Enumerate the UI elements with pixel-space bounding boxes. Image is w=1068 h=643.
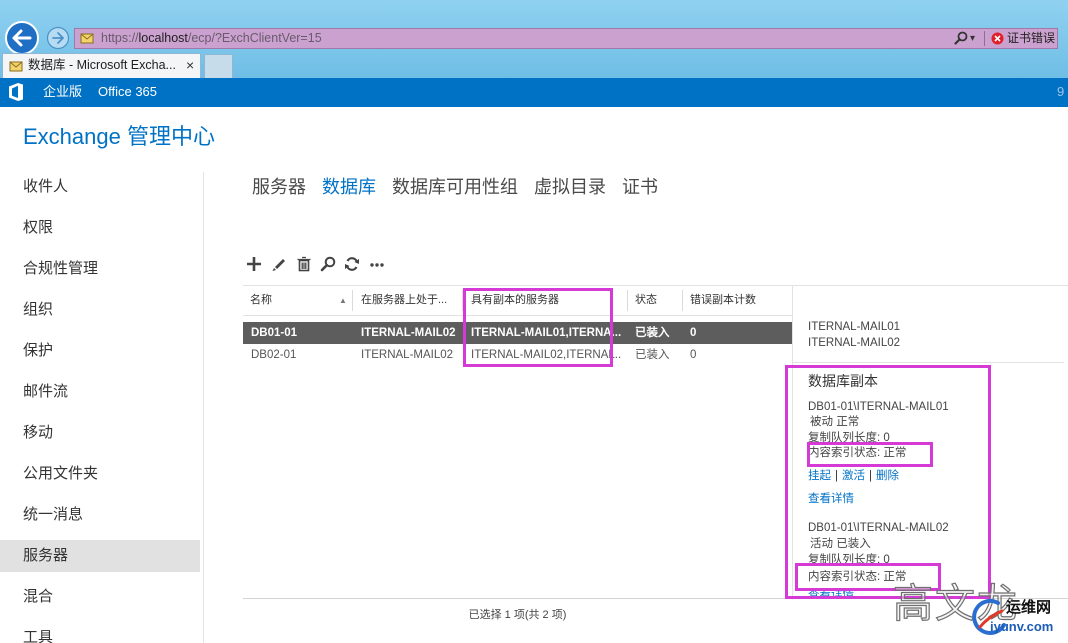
nav-item-tools[interactable]: 工具: [0, 622, 200, 643]
cell-bad-copy-count: 0: [690, 349, 697, 361]
details-separator: [793, 362, 1064, 363]
nav-item-servers[interactable]: 服务器: [0, 540, 200, 572]
column-header-bad-copy-count[interactable]: 错误副本计数: [690, 286, 756, 315]
suite-bar: 企业版 Office 365 9: [0, 78, 1068, 107]
copy-actions: 挂起 | 激活 | 删除: [808, 468, 899, 484]
selection-status: 已选择 1 项(共 2 项): [468, 609, 567, 621]
more-icon[interactable]: [369, 256, 385, 272]
column-header-name[interactable]: 名称: [250, 286, 272, 315]
search-dropdown[interactable]: ▾: [970, 29, 975, 48]
details-server: ITERNAL-MAIL02: [808, 337, 901, 349]
new-tab-button[interactable]: [204, 54, 233, 78]
cert-error-label[interactable]: 证书错误: [1007, 29, 1055, 48]
nav-item-hybrid[interactable]: 混合: [0, 581, 200, 613]
edit-icon[interactable]: [271, 256, 287, 272]
column-divider: [462, 290, 463, 311]
cell-status: 已装入: [635, 327, 670, 339]
tab-dag[interactable]: 数据库可用性组: [392, 175, 518, 199]
watermark-site-name: 运维网: [1006, 599, 1052, 616]
nav-item-permissions[interactable]: 权限: [0, 212, 200, 244]
sort-ascending-icon[interactable]: ▲: [339, 286, 347, 315]
tab-close-icon[interactable]: ×: [186, 54, 194, 76]
back-button[interactable]: [4, 20, 40, 56]
action-separator: |: [869, 470, 872, 482]
suite-right-partial[interactable]: 9: [1057, 78, 1064, 106]
page-favicon-icon: [80, 31, 94, 45]
details-server: ITERNAL-MAIL01: [808, 321, 901, 333]
office-logo-icon[interactable]: [9, 83, 23, 101]
add-icon[interactable]: [246, 256, 262, 272]
cell-active-server: ITERNAL-MAIL02: [361, 327, 456, 339]
cell-name: DB02-01: [251, 349, 297, 361]
nav-item-protection[interactable]: 保护: [0, 335, 200, 367]
cert-error-icon[interactable]: [991, 32, 1004, 45]
nav-item-mobile[interactable]: 移动: [0, 417, 200, 449]
back-arrow-icon: [5, 21, 39, 55]
table-row[interactable]: DB01-01 ITERNAL-MAIL02 ITERNAL-MAIL01,IT…: [243, 322, 792, 344]
copy-state: 被动 正常: [810, 416, 860, 428]
remove-link[interactable]: 删除: [876, 470, 899, 482]
copy-queue-length: 复制队列长度: 0: [808, 554, 890, 566]
address-bar[interactable]: https://localhost/ecp/?ExchClientVer=15 …: [74, 28, 1058, 49]
address-divider: [984, 31, 985, 46]
copy-state: 活动 已装入: [810, 538, 871, 550]
copy-queue-length: 复制队列长度: 0: [808, 432, 890, 444]
suite-edition[interactable]: 企业版: [43, 78, 82, 106]
nav-item-public-folders[interactable]: 公用文件夹: [0, 458, 200, 490]
forward-button[interactable]: [46, 26, 70, 50]
tab-certificates[interactable]: 证书: [622, 175, 658, 199]
column-header-status[interactable]: 状态: [635, 286, 657, 315]
cell-name: DB01-01: [251, 327, 298, 339]
cell-bad-copy-count: 0: [690, 327, 697, 339]
url-path: /ecp/?ExchClientVer=15: [187, 31, 322, 45]
cell-status: 已装入: [635, 349, 670, 361]
page-title: Exchange 管理中心: [23, 124, 215, 149]
cell-active-server: ITERNAL-MAIL02: [361, 349, 454, 361]
url-host: localhost: [138, 31, 188, 45]
address-url[interactable]: https://localhost/ecp/?ExchClientVer=15: [101, 29, 322, 48]
column-header-active-server[interactable]: 在服务器上处于...: [361, 286, 447, 315]
details-pane: ITERNAL-MAIL01 ITERNAL-MAIL02 数据库副本 DB01…: [793, 316, 1064, 598]
copy-index-state: 内容索引状态: 正常: [808, 447, 907, 459]
cell-copy-servers: ITERNAL-MAIL02,ITERNAL...: [471, 349, 622, 361]
nav-item-unified-messaging[interactable]: 统一消息: [0, 499, 200, 531]
watermark-site-url: iyunv.com: [990, 619, 1054, 634]
nav-item-organization[interactable]: 组织: [0, 294, 200, 326]
refresh-icon[interactable]: [344, 256, 360, 272]
column-divider: [352, 290, 353, 311]
tab-databases[interactable]: 数据库: [322, 175, 376, 199]
suspend-link[interactable]: 挂起: [808, 470, 831, 482]
url-scheme: https://: [101, 31, 139, 45]
activate-link[interactable]: 激活: [842, 470, 865, 482]
database-copies-heading: 数据库副本: [808, 373, 878, 389]
nav-divider: [203, 172, 204, 643]
action-separator: |: [835, 470, 838, 482]
cell-copy-servers: ITERNAL-MAIL01,ITERNA...: [471, 327, 622, 339]
copy-index-state: 内容索引状态: 正常: [808, 571, 907, 583]
search-icon[interactable]: [954, 31, 968, 45]
delete-icon[interactable]: [296, 256, 312, 272]
column-header-copy-servers[interactable]: 具有副本的服务器: [471, 286, 559, 315]
forward-arrow-icon: [46, 26, 70, 50]
copy-name: DB01-01\ITERNAL-MAIL01: [808, 401, 949, 413]
tab-virtual-directories[interactable]: 虚拟目录: [534, 175, 606, 199]
column-divider: [682, 290, 683, 311]
nav-item-recipients[interactable]: 收件人: [0, 171, 200, 203]
tab-favicon-icon: [9, 59, 23, 73]
table-row[interactable]: DB02-01 ITERNAL-MAIL02 ITERNAL-MAIL02,IT…: [243, 344, 792, 366]
nav-item-mail-flow[interactable]: 邮件流: [0, 376, 200, 408]
tab-servers[interactable]: 服务器: [252, 175, 306, 199]
nav-item-compliance[interactable]: 合规性管理: [0, 253, 200, 285]
column-divider: [627, 290, 628, 311]
search-icon[interactable]: [320, 256, 336, 272]
view-details-link[interactable]: 查看详情: [808, 587, 854, 598]
view-details-link[interactable]: 查看详情: [808, 491, 854, 507]
table-header-bottom-border: [243, 315, 792, 316]
suite-office365-link[interactable]: Office 365: [98, 78, 157, 106]
copy-name: DB01-01\ITERNAL-MAIL02: [808, 522, 949, 534]
browser-tab-active[interactable]: 数据库 - Microsoft Excha... ×: [2, 53, 201, 78]
tab-title: 数据库 - Microsoft Excha...: [28, 58, 176, 72]
